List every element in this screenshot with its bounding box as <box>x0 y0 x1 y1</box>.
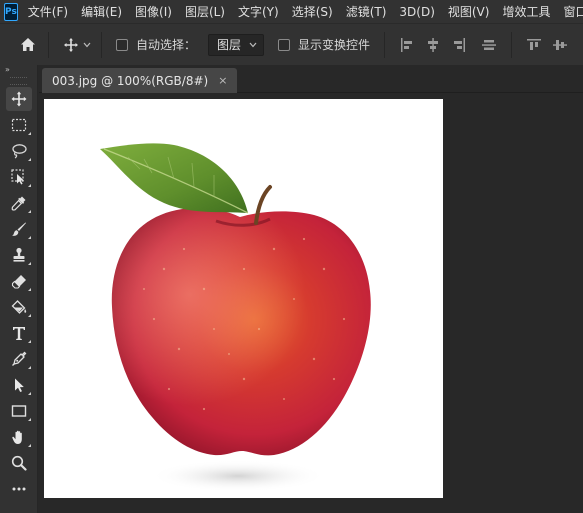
type-tool[interactable] <box>6 321 32 345</box>
document-tab-title: 003.jpg @ 100%(RGB/8#) <box>52 73 209 88</box>
chevron-down-icon <box>249 42 257 47</box>
path-selection-tool-icon <box>15 378 24 392</box>
photoshop-logo[interactable]: Ps <box>4 2 18 21</box>
home-button[interactable] <box>14 31 42 59</box>
brush-tool[interactable] <box>6 217 32 241</box>
toolbox-grip[interactable] <box>10 77 27 85</box>
move-icon <box>64 37 78 52</box>
apple-image <box>100 143 371 492</box>
toolbox: » <box>0 65 38 513</box>
align-top-edges-button[interactable] <box>524 35 544 55</box>
separator <box>384 31 386 58</box>
zoom-tool[interactable] <box>6 451 32 475</box>
rectangular-marquee-tool[interactable] <box>6 113 32 137</box>
separator <box>101 31 102 58</box>
auto-select-label: 自动选择： <box>136 38 197 52</box>
auto-select-target-dropdown[interactable]: 图层 <box>208 33 265 56</box>
separator <box>48 31 49 58</box>
tool-preset-picker[interactable] <box>59 31 95 59</box>
document-tab[interactable]: 003.jpg @ 100%(RGB/8#) × <box>42 68 238 93</box>
menu-select[interactable]: 选择(S) <box>292 3 333 20</box>
paint-bucket-tool[interactable] <box>6 295 32 319</box>
align-left-icon <box>401 37 413 52</box>
auto-select-checkbox[interactable] <box>116 38 128 51</box>
distribute-icon <box>482 39 497 50</box>
menu-3d[interactable]: 3D(D) <box>399 5 434 19</box>
show-transform-controls-checkbox[interactable] <box>278 38 291 51</box>
hand-tool[interactable] <box>6 425 32 449</box>
menu-bar: Ps 文件(F) 编辑(E) 图像(I) 图层(L) 文字(Y) 选择(S) 滤… <box>0 0 583 23</box>
align-right-edges-button[interactable] <box>449 35 469 55</box>
object-selection-tool[interactable] <box>6 165 32 189</box>
menu-window[interactable]: 窗口(W) <box>563 3 583 20</box>
zoom-tool-icon <box>11 455 27 471</box>
brush-tool-icon <box>12 222 26 236</box>
pen-tool[interactable] <box>6 347 32 371</box>
eraser-tool[interactable] <box>6 269 32 293</box>
close-icon[interactable]: × <box>218 74 227 87</box>
rectangle-tool[interactable] <box>6 399 32 423</box>
rectangle-tool-icon <box>11 405 27 417</box>
eyedropper-tool[interactable] <box>6 191 32 215</box>
show-transform-controls-label: 显示变换控件 <box>298 38 371 52</box>
clone-stamp-tool-icon <box>13 247 25 262</box>
move-tool[interactable] <box>6 87 32 111</box>
menu-view[interactable]: 视图(V) <box>448 3 490 20</box>
separator <box>511 31 513 58</box>
edit-toolbar-button[interactable] <box>6 477 32 501</box>
hand-tool-icon <box>12 430 22 444</box>
lasso-tool-icon <box>12 144 27 159</box>
home-icon <box>21 38 35 51</box>
paint-bucket-tool-icon <box>11 300 27 314</box>
align-right-icon <box>454 37 466 52</box>
lasso-tool[interactable] <box>6 139 32 163</box>
clone-stamp-tool[interactable] <box>6 243 32 267</box>
align-center-icon <box>428 37 439 52</box>
type-tool-icon <box>13 327 25 340</box>
align-left-edges-button[interactable] <box>397 35 417 55</box>
auto-select-target-value: 图层 <box>217 38 242 52</box>
rectangular-marquee-tool-icon <box>11 118 27 132</box>
pen-tool-icon <box>12 351 27 366</box>
eraser-tool-icon <box>11 275 26 289</box>
chevron-down-icon <box>83 42 91 47</box>
document-area: 003.jpg @ 100%(RGB/8#) × <box>39 65 583 513</box>
path-selection-tool[interactable] <box>6 373 32 397</box>
collapse-toolbox-button[interactable]: » <box>0 65 37 75</box>
menu-image[interactable]: 图像(I) <box>135 3 172 20</box>
eyedropper-tool-icon <box>11 196 26 211</box>
align-horizontal-centers-button[interactable] <box>423 35 443 55</box>
more-tools-icon <box>12 487 26 491</box>
menu-layer[interactable]: 图层(L) <box>185 3 225 20</box>
object-selection-tool-icon <box>11 169 24 185</box>
align-middle-icon <box>553 39 568 50</box>
options-bar: 自动选择： 图层 显示变换控件 <box>0 23 583 65</box>
document-tab-bar: 003.jpg @ 100%(RGB/8#) × <box>39 65 583 93</box>
menu-file[interactable]: 文件(F) <box>28 3 68 20</box>
menu-plugins[interactable]: 增效工具 <box>502 3 550 20</box>
align-vertical-middle-button[interactable] <box>550 35 570 55</box>
canvas[interactable] <box>44 99 443 498</box>
menu-edit[interactable]: 编辑(E) <box>81 3 122 20</box>
menu-filter[interactable]: 滤镜(T) <box>346 3 387 20</box>
menu-type[interactable]: 文字(Y) <box>238 3 279 20</box>
move-tool-icon <box>11 91 27 107</box>
align-top-icon <box>527 38 542 50</box>
align-vertical-centers-button[interactable] <box>479 35 499 55</box>
